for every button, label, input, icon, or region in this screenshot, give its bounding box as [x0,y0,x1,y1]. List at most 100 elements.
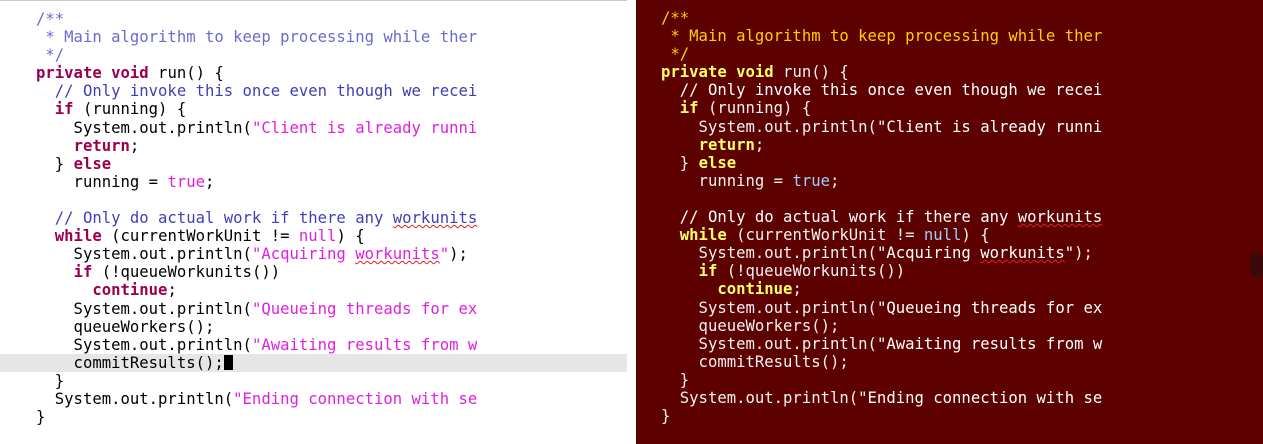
code-token-comment: // Only do actual work if there any [36,209,393,228]
code-token-keyword: if [679,99,699,118]
code-token-keyword: private [36,64,102,83]
code-token-plain: run() { [773,63,849,82]
code-token-doc: /** [36,10,65,28]
code-token-doc: /** [661,9,690,27]
code-line: System.out.println("Client is already ru… [636,118,1263,136]
text-caret [223,354,233,370]
code-area-light[interactable]: /** * Main algorithm to keep processing … [0,10,627,426]
code-token-plain: ); [449,245,468,264]
code-token-comment: workunits [1017,208,1103,227]
code-line: continue; [0,281,627,299]
code-token-plain: ; [830,171,840,190]
code-line: System.out.println("Client is already ru… [0,119,627,137]
code-token-comment: workunits [392,209,478,228]
code-line: System.out.println("Acquiring workunits"… [0,245,627,263]
code-token-keyword: if [698,262,718,281]
code-token-plain: (!queueWorkunits()) [717,262,906,281]
code-token-keyword: if [54,100,74,119]
code-token-string: "Acquiring [251,245,356,264]
code-line: running = true; [636,172,1263,190]
code-token-plain: } [36,154,74,173]
code-token-plain: } [36,371,65,390]
code-token-plain: ) { [961,226,990,245]
code-token-literal: true [792,171,830,190]
editor-dark-theme[interactable]: /** * Main algorithm to keep processing … [636,0,1263,444]
code-token-string: " [1064,244,1075,263]
code-token-string: " [439,245,450,264]
code-token-plain: System.out.println( [36,118,252,137]
code-token-keyword: else [698,153,737,172]
code-token-doc: * Main algorithm to keep processing whil… [661,27,1103,46]
code-token-plain: System.out.println( [661,117,877,136]
code-token-plain: ); [1074,244,1093,263]
code-token-plain: ; [792,280,802,299]
code-token-plain: run() { [148,64,224,83]
code-line: continue; [636,280,1263,298]
code-token-doc: */ [36,46,65,65]
code-line: // Only invoke this once even though we … [0,82,627,100]
code-token-plain: ; [129,136,140,155]
code-token-string: "Queueing threads for ex [251,299,478,318]
code-line: System.out.println("Acquiring workunits"… [636,244,1263,262]
code-line: commitResults(); [0,353,627,372]
code-token-plain: } [36,408,46,427]
code-line: if (!queueWorkunits()) [636,262,1263,280]
code-line: System.out.println("Ending connection wi… [0,390,627,408]
code-line: System.out.println("Awaiting results fro… [636,335,1263,353]
code-line: } else [0,155,627,173]
code-line: } [636,407,1263,425]
code-token-keyword: return [698,135,755,154]
code-token-plain: System.out.println( [661,334,877,353]
code-token-string: "Awaiting results from w [251,335,478,354]
code-line: System.out.println("Queueing threads for… [0,300,627,318]
code-area-dark[interactable]: /** * Main algorithm to keep processing … [636,9,1263,425]
code-line: return; [636,136,1263,154]
code-token-string: workunits [355,245,440,264]
code-line: /** [0,10,627,28]
code-line: private void run() { [0,64,627,82]
code-token-plain: System.out.println( [36,299,252,318]
code-line: * Main algorithm to keep processing whil… [0,28,627,46]
code-line: System.out.println("Awaiting results fro… [0,336,627,354]
code-token-string: "Queueing threads for ex [876,298,1103,317]
code-token-plain: System.out.println( [661,388,859,407]
code-token-plain: running = [661,171,793,190]
editor-light-theme[interactable]: /** * Main algorithm to keep processing … [0,0,627,444]
panel-divider [627,0,636,444]
code-token-plain: queueWorkers(); [36,317,215,336]
code-line: } else [636,154,1263,172]
code-token-plain: commitResults(); [36,353,224,372]
code-line: } [0,408,627,426]
code-token-plain: ; [754,135,765,154]
code-token-plain: } [661,407,671,426]
code-token-keyword: if [73,263,93,282]
code-token-keyword: while [54,227,102,246]
code-line: commitResults(); [636,353,1263,371]
code-token-comment: // Only invoke this once even though we … [36,82,478,101]
code-line: * Main algorithm to keep processing whil… [636,27,1263,45]
code-line: if (running) { [636,99,1263,117]
code-token-plain: System.out.println( [36,245,252,264]
code-token-keyword: return [73,136,130,155]
code-token-keyword: continue [92,281,168,300]
code-token-doc: * Main algorithm to keep processing whil… [36,28,478,47]
code-token-plain: (currentWorkUnit != [101,227,299,246]
code-token-plain: } [661,370,690,389]
code-token-plain: System.out.println( [661,244,877,263]
code-token-string: "Client is already runni [876,117,1103,136]
code-token-plain: (running) { [698,99,812,118]
code-line: // Only do actual work if there any work… [0,209,627,227]
code-token-plain: ; [167,281,177,300]
code-token-plain: (currentWorkUnit != [726,226,924,245]
code-line: System.out.println("Queueing threads for… [636,299,1263,317]
code-line: if (!queueWorkunits()) [0,263,627,281]
code-line: queueWorkers(); [0,318,627,336]
